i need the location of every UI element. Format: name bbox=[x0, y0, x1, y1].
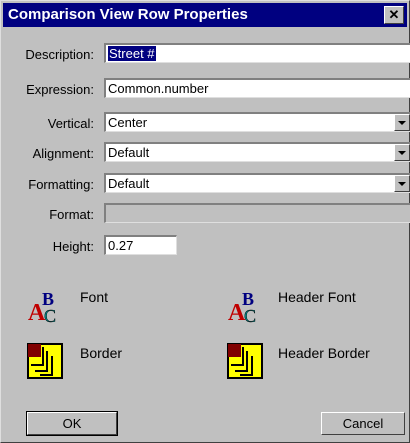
alignment-dropdown-button[interactable] bbox=[394, 144, 410, 161]
formatting-value: Default bbox=[108, 176, 150, 191]
alignment-value: Default bbox=[108, 145, 150, 160]
height-field[interactable]: 0.27 bbox=[104, 235, 177, 255]
description-field[interactable]: Street # bbox=[104, 43, 410, 63]
cancel-button[interactable]: Cancel bbox=[321, 412, 405, 435]
formatting-select[interactable]: Default bbox=[104, 173, 410, 193]
vertical-dropdown-button[interactable] bbox=[394, 114, 410, 131]
header-border-option-label[interactable]: Header Border bbox=[278, 345, 370, 361]
header-font-option-label[interactable]: Header Font bbox=[278, 289, 356, 305]
description-value: Street # bbox=[108, 46, 156, 61]
vertical-label: Vertical: bbox=[47, 116, 94, 131]
dialog-title: Comparison View Row Properties bbox=[8, 6, 248, 23]
format-field bbox=[104, 203, 410, 223]
expression-label: Expression: bbox=[26, 82, 94, 97]
expression-field[interactable]: Common.number bbox=[104, 78, 410, 98]
description-label: Description: bbox=[25, 47, 94, 62]
alignment-select[interactable]: Default bbox=[104, 142, 410, 162]
vertical-select[interactable]: Center bbox=[104, 112, 410, 132]
font-option-label[interactable]: Font bbox=[80, 289, 108, 305]
height-label: Height: bbox=[52, 239, 94, 254]
font-abc-icon[interactable]: A B C bbox=[27, 287, 63, 326]
ok-button[interactable]: OK bbox=[26, 411, 118, 436]
header-font-abc-icon[interactable]: A B C bbox=[227, 287, 263, 326]
alignment-label: Alignment: bbox=[32, 146, 94, 161]
svg-text:C: C bbox=[44, 306, 56, 323]
svg-text:C: C bbox=[244, 306, 256, 323]
formatting-label: Formatting: bbox=[28, 177, 94, 192]
border-option-label[interactable]: Border bbox=[80, 345, 122, 361]
border-corner-icon[interactable] bbox=[27, 343, 63, 379]
header-border-corner-icon[interactable] bbox=[227, 343, 263, 379]
vertical-value: Center bbox=[108, 115, 148, 130]
title-bar: Comparison View Row Properties ✕ bbox=[3, 3, 407, 27]
format-label: Format: bbox=[49, 207, 94, 222]
formatting-dropdown-button[interactable] bbox=[394, 175, 410, 192]
close-button[interactable]: ✕ bbox=[384, 6, 404, 24]
properties-dialog: Comparison View Row Properties ✕ Descrip… bbox=[0, 0, 410, 443]
